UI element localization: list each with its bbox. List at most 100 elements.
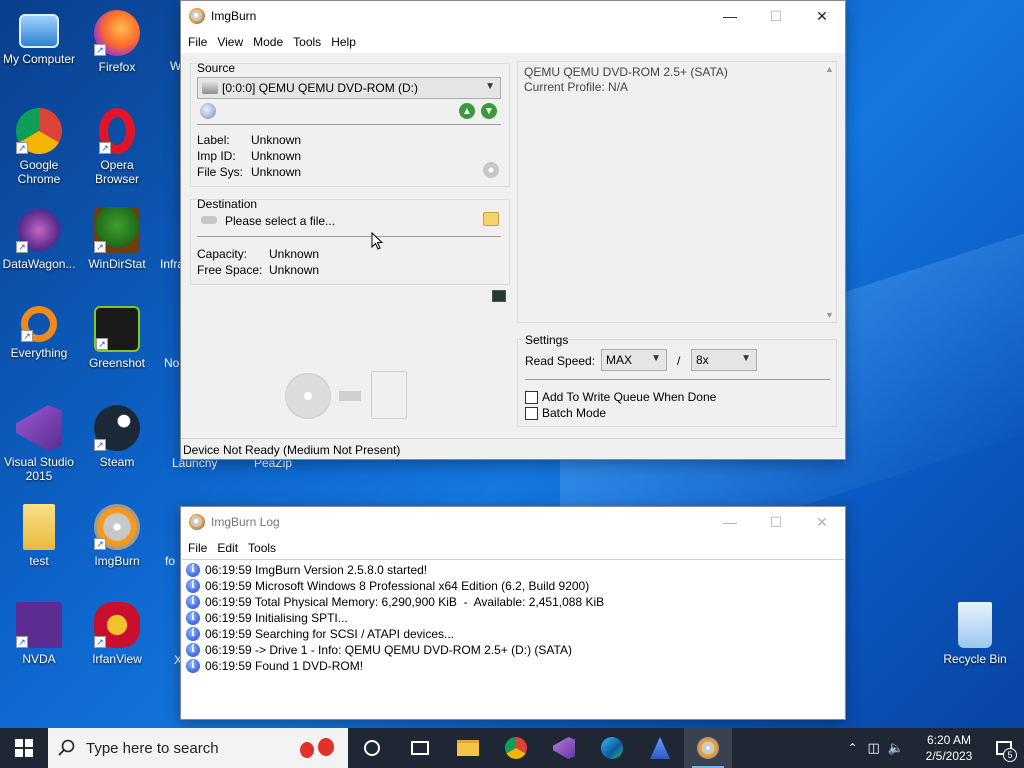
desktop-partial-label: fo xyxy=(165,554,176,568)
info-icon: i xyxy=(186,643,200,657)
menu-tools[interactable]: Tools xyxy=(288,35,326,49)
chevron-down-icon: ▼ xyxy=(741,353,751,364)
drive-info-icon[interactable] xyxy=(200,103,216,119)
log-titlebar[interactable]: ImgBurn Log — ☐ ✕ xyxy=(181,507,845,537)
chevron-up-icon[interactable]: ⌃ xyxy=(847,741,857,755)
info-scrollbar[interactable]: ▲ ▼ xyxy=(822,62,836,322)
close-tray-icon[interactable]: ▼ xyxy=(481,103,497,119)
source-drive-select[interactable]: [0:0:0] QEMU QEMU DVD-ROM (D:) ▼ xyxy=(197,77,501,99)
imgburn-icon: ↗ xyxy=(94,504,140,550)
chevron-up-icon[interactable]: ▲ xyxy=(825,64,834,74)
desktop-icon-visual-studio[interactable]: Visual Studio 2015 xyxy=(0,405,78,483)
taskbar-chrome[interactable] xyxy=(492,728,540,768)
disc-info-icon[interactable] xyxy=(483,162,499,178)
desktop-icon-label: Visual Studio 2015 xyxy=(4,455,74,483)
read-mode-graphic xyxy=(285,371,415,421)
cortana-button[interactable] xyxy=(348,728,396,768)
log-menu-file[interactable]: File xyxy=(183,541,212,555)
desktop-icon-test-folder[interactable]: test xyxy=(0,504,78,568)
menu-view[interactable]: View xyxy=(212,35,248,49)
speed-separator: / xyxy=(677,354,681,368)
lantern-decoration-icon xyxy=(298,734,338,762)
taskbar-search-box[interactable]: Type here to search xyxy=(48,728,348,768)
desktop-icon-label: ImgBurn xyxy=(94,554,140,568)
greenshot-icon: ↗ xyxy=(94,306,140,352)
taskbar-visual-studio[interactable] xyxy=(540,728,588,768)
minimize-button[interactable]: — xyxy=(707,507,753,537)
eject-icon[interactable]: ▲ xyxy=(459,103,475,119)
visual-studio-icon xyxy=(553,737,575,759)
log-line: i 06:19:59 Total Physical Memory: 6,290,9… xyxy=(182,594,844,610)
speed-select[interactable]: 8x ▼ xyxy=(691,349,757,371)
desktop-icon-steam[interactable]: ↗ Steam xyxy=(78,405,156,469)
read-speed-select[interactable]: MAX ▼ xyxy=(601,349,667,371)
desktop-icon-imgburn[interactable]: ↗ ImgBurn xyxy=(78,504,156,568)
desktop-icon-label: test xyxy=(29,554,49,568)
window-title: ImgBurn xyxy=(211,9,257,23)
arrow-right-icon xyxy=(339,391,361,401)
menu-file[interactable]: File xyxy=(183,35,212,49)
settings-label: Settings xyxy=(525,333,569,347)
log-content[interactable]: i 06:19:59 ImgBurn Version 2.5.8.0 starte… xyxy=(182,559,844,719)
computer-icon xyxy=(19,14,59,48)
taskbar-file-explorer[interactable] xyxy=(444,728,492,768)
volume-icon[interactable]: 🔈 xyxy=(888,740,904,756)
maximize-button[interactable]: ☐ xyxy=(753,1,799,31)
read-speed-value: MAX xyxy=(606,353,633,367)
start-button[interactable] xyxy=(0,728,48,768)
log-window-icon[interactable] xyxy=(492,290,506,302)
destination-file-input[interactable]: Please select a file... xyxy=(225,214,465,228)
opera-icon: ↗ xyxy=(99,108,135,154)
imgburn-titlebar[interactable]: ImgBurn — ☐ ✕ xyxy=(181,1,845,31)
close-button[interactable]: ✕ xyxy=(799,1,845,31)
edge-icon xyxy=(601,737,623,759)
desktop-icon-label: My Computer xyxy=(2,52,76,66)
taskbar-app[interactable] xyxy=(636,728,684,768)
maximize-button[interactable]: ☐ xyxy=(753,507,799,537)
desktop-icon-opera[interactable]: ↗ Opera Browser xyxy=(78,108,156,186)
desktop-icon-label: Everything xyxy=(10,346,68,360)
search-icon xyxy=(58,739,75,756)
checkbox-box xyxy=(525,390,538,404)
chevron-down-icon[interactable]: ▼ xyxy=(825,310,834,320)
desktop-icon-my-computer[interactable]: My Computer xyxy=(0,10,78,66)
device-info-panel: QEMU QEMU DVD-ROM 2.5+ (SATA) Current Pr… xyxy=(517,61,837,323)
desktop-icon-recycle-bin[interactable]: Recycle Bin xyxy=(936,602,1014,666)
disc-icon xyxy=(285,373,331,419)
minimize-button[interactable]: — xyxy=(707,1,753,31)
settings-divider xyxy=(525,379,830,380)
log-menu-tools[interactable]: Tools xyxy=(243,541,281,555)
chevron-down-icon: ▼ xyxy=(651,353,661,364)
taskbar-imgburn[interactable] xyxy=(684,728,732,768)
desktop-icon-everything[interactable]: ↗ Everything xyxy=(0,306,78,360)
notification-button[interactable]: 5 xyxy=(984,728,1024,768)
batch-mode-checkbox[interactable]: Batch Mode xyxy=(525,406,606,420)
network-icon[interactable]: ◫ xyxy=(868,740,880,756)
browse-folder-icon[interactable] xyxy=(483,212,499,226)
menu-mode[interactable]: Mode xyxy=(248,35,288,49)
windirstat-icon: ↗ xyxy=(94,207,140,253)
file-icon xyxy=(201,216,217,224)
checkbox-box xyxy=(525,406,538,420)
image-file-icon xyxy=(371,371,407,419)
task-view-button[interactable] xyxy=(396,728,444,768)
desktop-icon-greenshot[interactable]: ↗ Greenshot xyxy=(78,306,156,370)
clock-date: 2/5/2023 xyxy=(925,749,973,763)
desktop-icon-irfanview[interactable]: ↗ IrfanView xyxy=(78,602,156,666)
menu-help[interactable]: Help xyxy=(326,35,361,49)
close-button[interactable]: ✕ xyxy=(799,507,845,537)
desktop-icon-chrome[interactable]: ↗ Google Chrome xyxy=(0,108,78,186)
source-drive-value: [0:0:0] QEMU QEMU DVD-ROM (D:) xyxy=(222,81,419,95)
desktop-icon-nvda[interactable]: ↗ NVDA xyxy=(0,602,78,666)
device-info-line2: Current Profile: N/A xyxy=(524,80,629,94)
desktop-icon-label: DataWagon... xyxy=(2,257,76,271)
log-menu-edit[interactable]: Edit xyxy=(212,541,243,555)
desktop-icon-firefox[interactable]: ↗ Firefox xyxy=(78,10,156,74)
desktop-icon-windirstat[interactable]: ↗ WinDirStat xyxy=(78,207,156,271)
desktop-icon-label: Opera Browser xyxy=(94,158,139,186)
clock[interactable]: 6:20 AM 2/5/2023 xyxy=(914,732,984,764)
status-bar: Device Not Ready (Medium Not Present) xyxy=(181,438,845,459)
write-queue-checkbox[interactable]: Add To Write Queue When Done xyxy=(525,390,716,404)
desktop-icon-datawagon[interactable]: ↗ DataWagon... xyxy=(0,207,78,271)
taskbar-edge[interactable] xyxy=(588,728,636,768)
